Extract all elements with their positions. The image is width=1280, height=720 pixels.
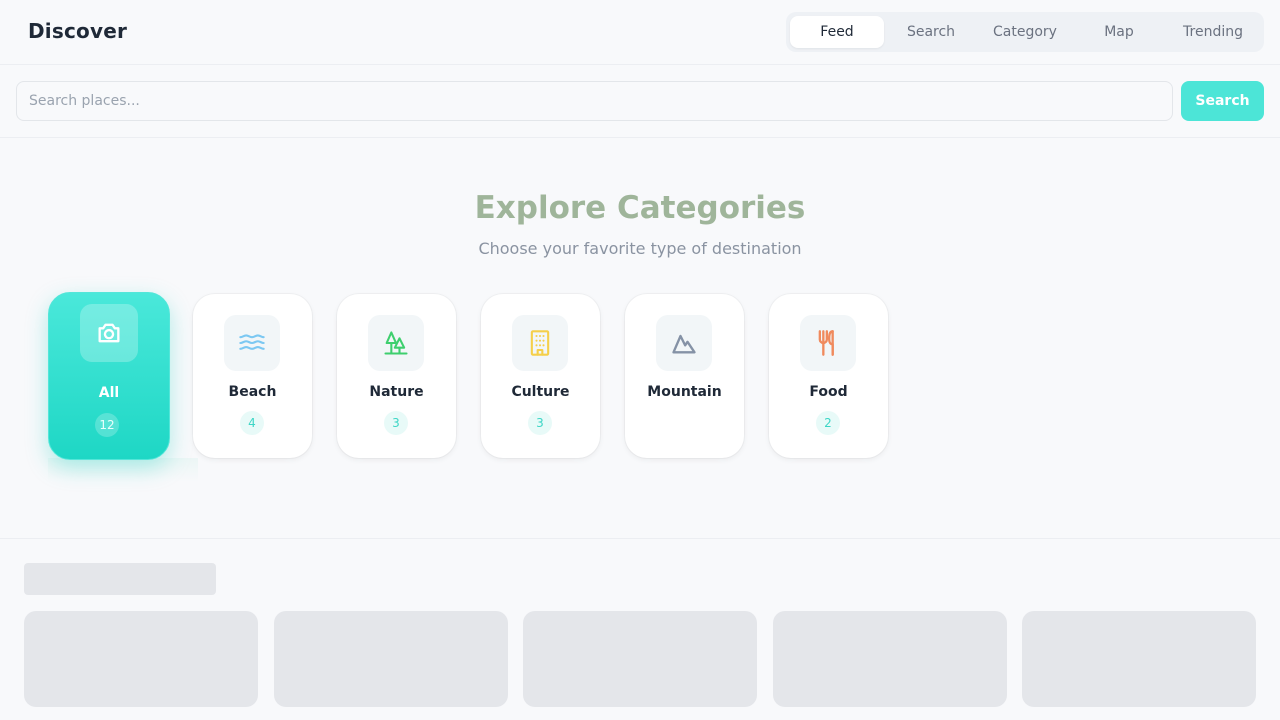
search-bar: Search [0,65,1280,138]
category-card-beach[interactable]: Beach 4 [193,294,312,458]
category-count-badge: 12 [95,413,119,437]
skeleton-card [24,611,258,707]
trees-icon [368,315,424,371]
category-card-culture[interactable]: Culture 3 [481,294,600,458]
category-count-badge: 2 [816,411,840,435]
search-input[interactable] [16,81,1173,121]
category-count-badge: 4 [240,411,264,435]
tab-feed[interactable]: Feed [790,16,884,48]
app-brand[interactable]: Discover [28,19,127,43]
category-count-badge: 3 [384,411,408,435]
utensils-icon [800,315,856,371]
section-title: Explore Categories [474,190,806,226]
search-button[interactable]: Search [1181,81,1264,121]
category-label: Nature [369,384,424,400]
camera-icon [80,304,138,362]
category-card-food[interactable]: Food 2 [769,294,888,458]
skeleton-card [274,611,508,707]
category-label: Culture [511,384,570,400]
tab-map[interactable]: Map [1072,16,1166,48]
category-card-all[interactable]: All 12 [48,292,170,460]
category-cards: All 12 Beach 4 Nature 3 Culture 3 Mounta… [48,292,908,484]
mountain-icon [656,315,712,371]
category-label: Food [809,384,848,400]
skeleton-card [773,611,1007,707]
section-divider [0,538,1280,539]
waves-icon [224,315,280,371]
tab-trending[interactable]: Trending [1166,16,1260,48]
skeleton-card [1022,611,1256,707]
tab-search[interactable]: Search [884,16,978,48]
skeleton-card [523,611,757,707]
active-card-glow [48,458,198,482]
top-header: Discover Feed Search Category Map Trendi… [0,0,1280,65]
section-subtitle: Choose your favorite type of destination [478,239,802,258]
category-label: Mountain [647,384,722,400]
category-label: Beach [228,384,277,400]
category-card-mountain[interactable]: Mountain [625,294,744,458]
category-count-badge: 3 [528,411,552,435]
category-card-nature[interactable]: Nature 3 [337,294,456,458]
category-label: All [98,385,120,401]
building-icon [512,315,568,371]
nav-tabs: Feed Search Category Map Trending [786,12,1264,52]
skeleton-heading [24,563,216,595]
tab-category[interactable]: Category [978,16,1072,48]
